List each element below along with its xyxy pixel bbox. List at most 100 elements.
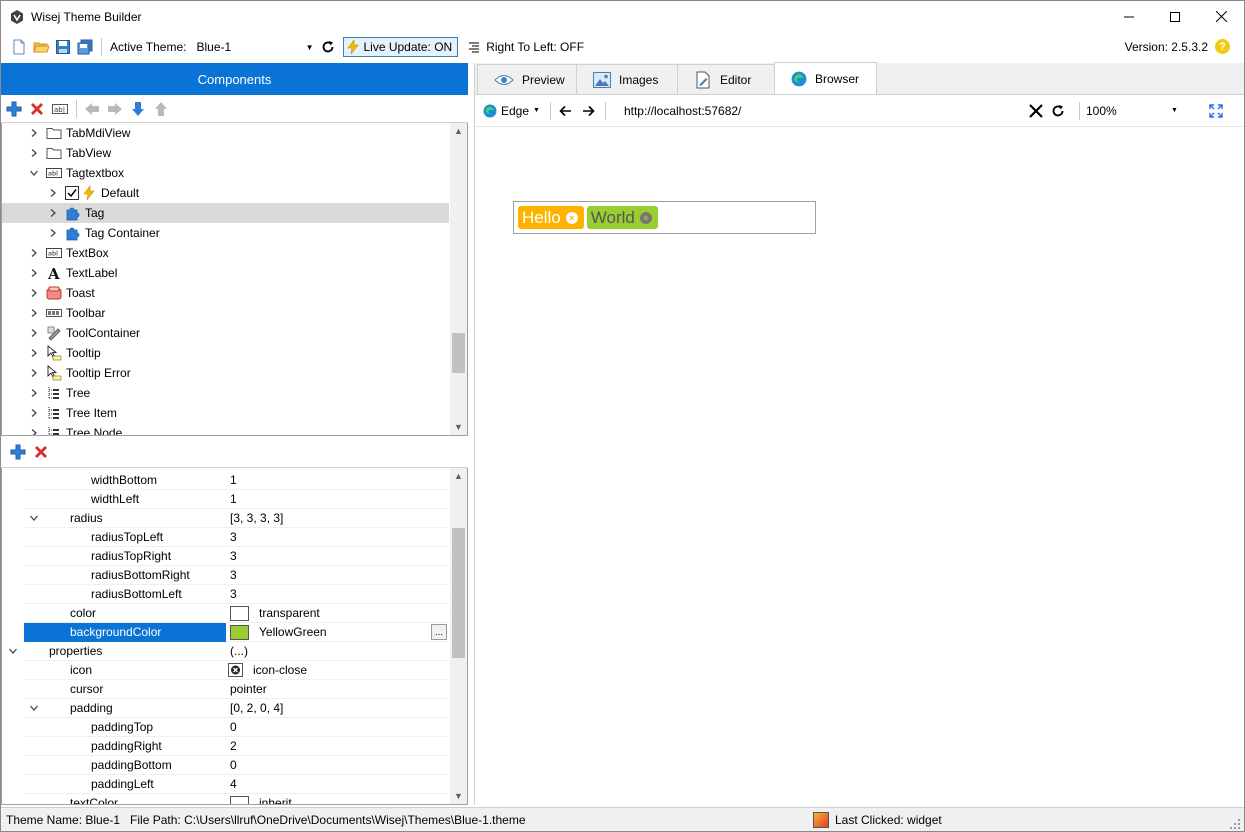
property-name-cell[interactable]: paddingTop [24, 718, 226, 737]
chevron-right-icon[interactable] [28, 387, 40, 399]
property-name-cell[interactable]: radiusBottomRight [24, 566, 226, 585]
property-value-cell[interactable]: 0 [226, 718, 449, 737]
resize-grip-icon[interactable] [1230, 819, 1240, 829]
delete-component-button[interactable] [28, 100, 46, 118]
scrollbar-thumb[interactable] [452, 528, 465, 658]
tree-node[interactable]: Tag Container [2, 223, 449, 243]
property-value-cell[interactable]: 0 [226, 756, 449, 775]
property-row[interactable]: padding [0, 2, 0, 4] [24, 699, 449, 718]
property-name-cell[interactable]: color [24, 604, 226, 623]
property-row[interactable]: textColor inherit [24, 794, 449, 804]
property-value-cell[interactable]: icon-close [226, 661, 449, 680]
tree-node[interactable]: abl TextBox [2, 243, 449, 263]
chevron-right-icon[interactable] [28, 427, 40, 435]
property-name-cell[interactable]: padding [24, 699, 226, 718]
delete-property-button[interactable] [32, 443, 50, 461]
property-value-cell[interactable]: pointer [226, 680, 449, 699]
property-row[interactable]: radiusTopRight 3 [24, 547, 449, 566]
tree-node-checkbox[interactable] [65, 186, 79, 200]
property-value-cell[interactable]: 3 [226, 566, 449, 585]
property-value-cell[interactable]: [0, 2, 0, 4] [226, 699, 449, 718]
property-row[interactable]: paddingTop 0 [24, 718, 449, 737]
chevron-down-icon[interactable] [29, 513, 39, 523]
tag-close-icon[interactable]: × [565, 211, 578, 224]
new-file-icon[interactable] [11, 39, 27, 55]
chevron-down-icon[interactable] [29, 703, 39, 713]
chevron-right-icon[interactable] [28, 147, 40, 159]
scroll-up-icon[interactable]: ▲ [450, 123, 467, 139]
property-row[interactable]: icon icon-close [24, 661, 449, 680]
chevron-right-icon[interactable] [28, 267, 40, 279]
property-row[interactable]: paddingLeft 4 [24, 775, 449, 794]
property-row[interactable]: paddingRight 2 [24, 737, 449, 756]
property-row[interactable]: cursor pointer [24, 680, 449, 699]
fullscreen-icon[interactable] [1209, 103, 1223, 118]
chevron-right-icon[interactable] [28, 407, 40, 419]
zoom-select[interactable]: 100% ▼ [1086, 104, 1178, 118]
property-name-cell[interactable]: icon [24, 661, 226, 680]
chevron-right-icon[interactable] [28, 327, 40, 339]
tree-node[interactable]: TabView [2, 143, 449, 163]
move-left-button[interactable] [83, 100, 101, 118]
chevron-down-icon[interactable] [8, 646, 18, 656]
tree-node[interactable]: Tree [2, 383, 449, 403]
property-value-cell[interactable]: YellowGreen... [226, 623, 449, 642]
property-name-cell[interactable]: widthLeft [24, 490, 226, 509]
chevron-right-icon[interactable] [28, 127, 40, 139]
property-name-cell[interactable]: widthBottom [24, 471, 226, 490]
scroll-down-icon[interactable]: ▼ [450, 419, 467, 435]
property-row[interactable]: properties (...) [9, 642, 449, 661]
property-value-cell[interactable]: 3 [226, 585, 449, 604]
tree-node[interactable]: A TextLabel [2, 263, 449, 283]
property-name-cell[interactable]: backgroundColor [24, 622, 226, 642]
close-button[interactable] [1198, 1, 1244, 32]
chevron-right-icon[interactable] [28, 287, 40, 299]
tab-images[interactable]: Images [576, 64, 678, 94]
tree-node[interactable]: Tooltip [2, 343, 449, 363]
property-row[interactable]: radius [3, 3, 3, 3] [24, 509, 449, 528]
property-row[interactable]: widthBottom 1 [24, 471, 449, 490]
property-row[interactable]: backgroundColor YellowGreen... [24, 622, 449, 642]
property-row[interactable]: paddingBottom 0 [24, 756, 449, 775]
property-name-cell[interactable]: cursor [24, 680, 226, 699]
property-name-cell[interactable]: textColor [24, 794, 226, 804]
tag-textbox[interactable]: Hello × World × [513, 201, 816, 234]
back-arrow-icon[interactable] [559, 105, 572, 117]
chevron-right-icon[interactable] [28, 367, 40, 379]
move-up-button[interactable] [152, 100, 170, 118]
components-tree[interactable]: Tree Node Tree Item Tree Tooltip Error Toolt… [1, 123, 468, 436]
tree-node[interactable]: Toolbar [2, 303, 449, 323]
open-folder-icon[interactable] [33, 39, 49, 55]
tag-chip[interactable]: Hello × [518, 206, 584, 229]
property-name-cell[interactable]: radiusTopLeft [24, 528, 226, 547]
property-value-cell[interactable]: 1 [226, 471, 449, 490]
property-name-cell[interactable]: paddingBottom [24, 756, 226, 775]
tag-close-icon[interactable]: × [639, 211, 652, 224]
tree-node[interactable]: Tree Node [2, 423, 449, 435]
property-row[interactable]: radiusBottomRight 3 [24, 566, 449, 585]
move-down-button[interactable] [129, 100, 147, 118]
tree-node[interactable]: Default [2, 183, 449, 203]
property-value-cell[interactable]: 3 [226, 528, 449, 547]
chevron-right-icon[interactable] [47, 187, 59, 199]
chevron-right-icon[interactable] [47, 227, 59, 239]
scrollbar-thumb[interactable] [452, 333, 465, 373]
property-value-cell[interactable]: transparent [226, 604, 449, 623]
help-icon[interactable]: ? [1215, 39, 1230, 54]
move-right-button[interactable] [106, 100, 124, 118]
tree-scrollbar[interactable]: ▲ ▼ [450, 123, 467, 435]
scroll-up-icon[interactable]: ▲ [450, 468, 467, 484]
chevron-down-icon[interactable] [28, 167, 40, 179]
property-value-cell[interactable]: inherit [226, 794, 449, 804]
refresh-icon[interactable] [321, 40, 335, 54]
property-value-cell[interactable]: [3, 3, 3, 3] [226, 509, 449, 528]
save-all-icon[interactable] [77, 39, 93, 55]
chevron-right-icon[interactable] [28, 347, 40, 359]
chevron-right-icon[interactable] [28, 247, 40, 259]
minimize-button[interactable] [1106, 1, 1152, 32]
property-value-cell[interactable]: 2 [226, 737, 449, 756]
color-swatch[interactable] [230, 624, 249, 640]
tree-node[interactable]: abl Tagtextbox [2, 163, 449, 183]
property-name-cell[interactable]: properties [9, 642, 226, 661]
property-row[interactable]: color transparent [24, 604, 449, 623]
